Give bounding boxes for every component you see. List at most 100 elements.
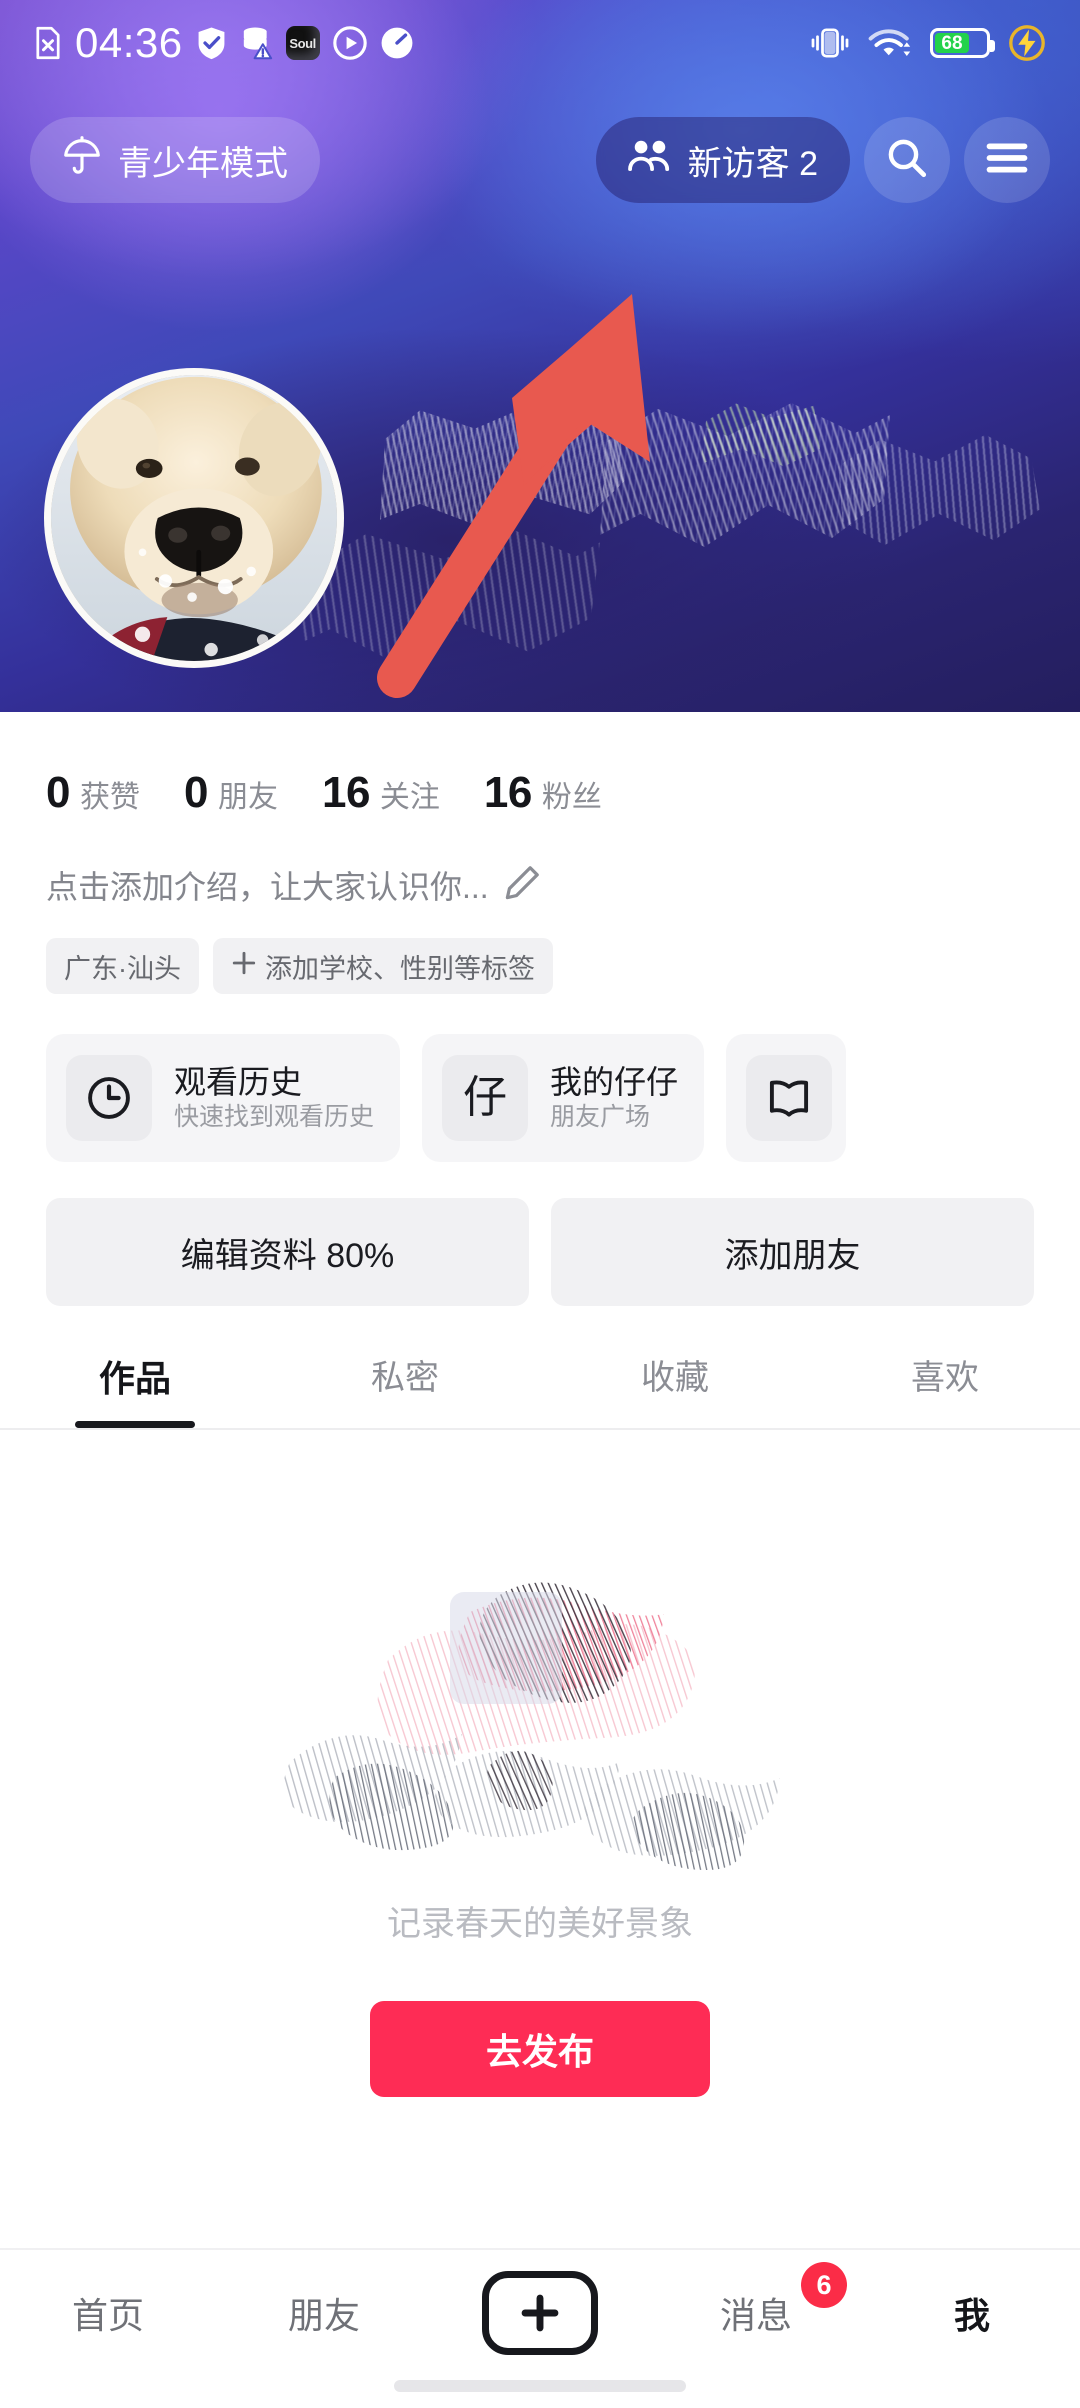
golden-retriever-puppy-avatar xyxy=(51,375,337,661)
search-icon xyxy=(885,136,929,185)
tab-likes[interactable]: 喜欢 xyxy=(810,1350,1080,1428)
tab-works-label: 作品 xyxy=(98,1358,171,1399)
nav-item-create[interactable] xyxy=(465,2271,615,2355)
hamburger-menu-icon xyxy=(986,142,1028,179)
stat-likes-label: 获赞 xyxy=(79,781,140,814)
menu-button[interactable] xyxy=(964,117,1050,203)
profile-content-sheet: 0 获赞 0 朋友 16 关注 16 粉丝 点击添加介绍，让大家认识你... 广… xyxy=(0,712,1080,2268)
new-visitors-label: 新访客 2 xyxy=(687,144,818,183)
tag-add-label: 添加学校、性别等标签 xyxy=(265,953,535,984)
profile-tags-row: 广东·汕头 添加学校、性别等标签 xyxy=(0,908,1080,994)
bio-row[interactable]: 点击添加介绍，让大家认识你... xyxy=(0,818,1080,908)
stat-fans-value: 16 xyxy=(483,768,532,817)
nav-item-home[interactable]: 首页 xyxy=(33,2276,183,2350)
empty-state: 记录春天的美好景象 去发布 xyxy=(0,1430,1080,2097)
card-watch-history-subtitle: 快速找到观看历史 xyxy=(174,1103,375,1131)
stat-likes-value: 0 xyxy=(46,768,70,817)
tab-private-label: 私密 xyxy=(371,1359,439,1397)
status-bar-clock: 04:36 xyxy=(75,19,183,66)
soul-app-icon: Soul xyxy=(285,26,320,60)
stat-following-value: 16 xyxy=(321,768,370,817)
card-watch-history[interactable]: 观看历史 快速找到观看历史 xyxy=(46,1034,401,1162)
speedometer-icon xyxy=(380,26,414,60)
status-bar-right: 68 xyxy=(810,25,1046,61)
stat-friends[interactable]: 0 朋友 xyxy=(184,768,278,818)
card-my-zaizai-title: 我的仔仔 xyxy=(550,1064,679,1100)
pencil-edit-icon[interactable] xyxy=(503,864,541,907)
nav-item-friends[interactable]: 朋友 xyxy=(249,2276,399,2350)
tab-active-underline xyxy=(75,1421,195,1428)
avatar[interactable] xyxy=(44,368,344,668)
play-circle-icon xyxy=(332,26,367,60)
zai-char-icon: 仔 xyxy=(442,1055,529,1141)
new-visitors-button[interactable]: 新访客 2 xyxy=(595,117,850,203)
battery-icon: 68 xyxy=(930,28,995,58)
card-watch-history-text: 观看历史 快速找到观看历史 xyxy=(174,1066,374,1130)
plus-icon xyxy=(231,950,257,983)
empty-state-text: 记录春天的美好景象 xyxy=(387,1905,693,1943)
battery-level: 68 xyxy=(941,32,963,54)
add-friend-button[interactable]: 添加朋友 xyxy=(551,1198,1034,1306)
edit-profile-label: 编辑资料 80% xyxy=(180,1236,395,1275)
stat-likes[interactable]: 0 获赞 xyxy=(46,768,140,818)
nav-item-home-label: 首页 xyxy=(71,2295,144,2336)
publish-button[interactable]: 去发布 xyxy=(370,2001,710,2097)
nav-item-me-label: 我 xyxy=(953,2295,990,2336)
book-icon xyxy=(746,1055,833,1141)
no-sim-icon xyxy=(34,26,62,60)
nav-item-me[interactable]: 我 xyxy=(897,2276,1047,2350)
publish-button-label: 去发布 xyxy=(485,2031,594,2072)
nav-item-messages-label: 消息 xyxy=(719,2295,792,2336)
teen-mode-button[interactable]: 青少年模式 xyxy=(30,117,320,203)
tab-works[interactable]: 作品 xyxy=(0,1350,270,1428)
status-bar-left: 04:36 Soul xyxy=(34,22,414,64)
bottom-navigation-bar: 首页 朋友 消息 6 我 xyxy=(0,2248,1080,2408)
teen-mode-label: 青少年模式 xyxy=(118,144,288,183)
wifi-icon xyxy=(868,26,912,60)
card-third-partial[interactable] xyxy=(726,1034,847,1162)
tab-favorites-label: 收藏 xyxy=(641,1359,709,1397)
vibrate-icon xyxy=(810,26,850,60)
plus-icon xyxy=(482,2271,598,2355)
photo-tile xyxy=(450,1592,562,1704)
search-button[interactable] xyxy=(864,117,950,203)
stat-friends-label: 朋友 xyxy=(217,781,278,814)
bio-placeholder-text: 点击添加介绍，让大家认识你... xyxy=(46,869,489,905)
card-my-zaizai[interactable]: 仔 我的仔仔 朋友广场 xyxy=(422,1034,705,1162)
nav-item-messages[interactable]: 消息 6 xyxy=(681,2262,847,2350)
status-bar: 04:36 Soul 68 xyxy=(0,0,1080,86)
two-people-icon xyxy=(627,138,672,183)
tab-private[interactable]: 私密 xyxy=(270,1350,540,1428)
add-friend-label: 添加朋友 xyxy=(724,1236,861,1275)
profile-actions-row: 编辑资料 80% 添加朋友 xyxy=(0,1162,1080,1306)
messages-badge: 6 xyxy=(801,2262,847,2308)
stat-following-label: 关注 xyxy=(379,781,440,814)
tag-location[interactable]: 广东·汕头 xyxy=(46,938,199,994)
zai-char-glyph: 仔 xyxy=(463,1073,508,1122)
stat-fans-label: 粉丝 xyxy=(541,781,602,814)
database-warning-icon xyxy=(240,26,273,60)
content-tabs: 作品 私密 收藏 喜欢 xyxy=(0,1350,1080,1428)
feature-cards-row: 观看历史 快速找到观看历史 仔 我的仔仔 朋友广场 xyxy=(0,994,1080,1162)
card-watch-history-title: 观看历史 xyxy=(174,1064,303,1100)
shield-check-icon xyxy=(196,26,227,60)
battery-fill: 68 xyxy=(935,33,969,53)
stat-fans[interactable]: 16 粉丝 xyxy=(484,768,602,818)
home-indicator xyxy=(394,2380,686,2392)
edit-profile-button[interactable]: 编辑资料 80% xyxy=(46,1198,529,1306)
card-my-zaizai-text: 我的仔仔 朋友广场 xyxy=(550,1066,678,1130)
profile-stats-row: 0 获赞 0 朋友 16 关注 16 粉丝 xyxy=(0,712,1080,818)
stat-friends-value: 0 xyxy=(183,768,208,817)
nav-item-friends-label: 朋友 xyxy=(287,2295,360,2336)
flash-charge-icon xyxy=(1008,25,1046,61)
stat-following[interactable]: 16 关注 xyxy=(322,768,440,818)
card-my-zaizai-subtitle: 朋友广场 xyxy=(550,1103,651,1131)
tag-add-button[interactable]: 添加学校、性别等标签 xyxy=(213,938,553,994)
profile-header-bar: 青少年模式 新访客 2 xyxy=(0,108,1080,212)
umbrella-icon xyxy=(62,135,102,185)
paint-strokes-illustration xyxy=(270,1550,810,1890)
tab-favorites[interactable]: 收藏 xyxy=(540,1350,810,1428)
tab-likes-label: 喜欢 xyxy=(911,1359,979,1397)
tag-location-label: 广东·汕头 xyxy=(64,953,181,984)
phone-screen: 04:36 Soul 68 青少年模式 新访客 2 0 获赞 0 朋友 16 关… xyxy=(0,0,1080,2408)
